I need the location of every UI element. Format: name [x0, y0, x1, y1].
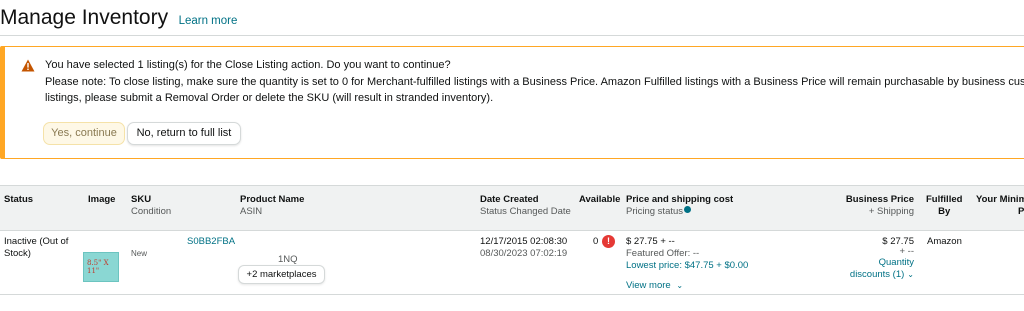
col-product-name[interactable]: Product Name ASIN: [240, 194, 304, 218]
close-listing-alert: You have selected 1 listing(s) for the C…: [0, 46, 1024, 159]
col-fulfilled-by[interactable]: Fulfilled By: [926, 194, 962, 218]
chevron-down-icon: ⌄: [676, 281, 684, 290]
header-divider: [0, 35, 1024, 36]
col-price[interactable]: Price and shipping cost Pricing status: [626, 194, 733, 218]
status-cell: Inactive (Out of Stock): [4, 236, 69, 259]
redacted-area: [80, 235, 187, 248]
warning-icon: [21, 59, 35, 72]
fulfilled-by-value: Amazon: [927, 236, 962, 247]
page-header: Manage Inventory Learn more: [0, 6, 237, 32]
col-business-price[interactable]: Business Price + Shipping: [846, 194, 914, 218]
date-created-value: 12/17/2015 02:08:30: [480, 236, 568, 247]
learn-more-link[interactable]: Learn more: [179, 15, 238, 27]
quantity-discounts-link[interactable]: Quantity discounts (1) ⌄: [850, 257, 914, 281]
chevron-down-icon: ⌄: [907, 270, 914, 279]
product-image[interactable]: 8.5" X 11": [83, 252, 119, 282]
yes-continue-button[interactable]: Yes, continue: [43, 122, 125, 145]
price-value[interactable]: $ 27.75 + --: [626, 236, 675, 248]
condition-value: New: [131, 249, 148, 258]
product-image-label: 8.5" X 11": [87, 259, 109, 275]
featured-offer-value: Featured Offer: --: [626, 248, 700, 259]
col-minimum-price[interactable]: Your MinimuP: [976, 194, 1024, 218]
view-more-link[interactable]: View more ⌄: [626, 280, 683, 292]
marketplaces-button[interactable]: +2 marketplaces: [238, 265, 325, 284]
alert-note: Please note: To close listing, make sure…: [45, 76, 1024, 88]
available-value[interactable]: 0: [593, 236, 598, 248]
alert-message: You have selected 1 listing(s) for the C…: [45, 59, 451, 71]
col-available[interactable]: Available: [579, 194, 620, 206]
sku-link[interactable]: S0BB2FBA: [187, 236, 235, 248]
inventory-table-header: Status Image SKU Condition Product Name AS…: [0, 185, 1024, 231]
info-icon[interactable]: [684, 206, 692, 213]
col-sku[interactable]: SKU Condition: [131, 194, 171, 218]
alert-note-continued: listings, please submit a Removal Order …: [45, 92, 494, 104]
alert-badge-icon[interactable]: !: [602, 235, 615, 248]
status-changed-value: 08/30/2023 07:02:19: [480, 248, 568, 259]
lowest-price-link[interactable]: Lowest price: $47.75 + $0.00: [626, 260, 748, 272]
table-row: Inactive (Out of Stock) 8.5" X 11" New S0…: [0, 232, 1024, 295]
return-to-list-button[interactable]: No, return to full list: [127, 122, 241, 145]
col-image: Image: [88, 194, 116, 205]
col-status[interactable]: Status: [4, 194, 33, 206]
page-title: Manage Inventory: [0, 6, 169, 29]
col-date-created[interactable]: Date Created Status Changed Date: [480, 194, 571, 218]
